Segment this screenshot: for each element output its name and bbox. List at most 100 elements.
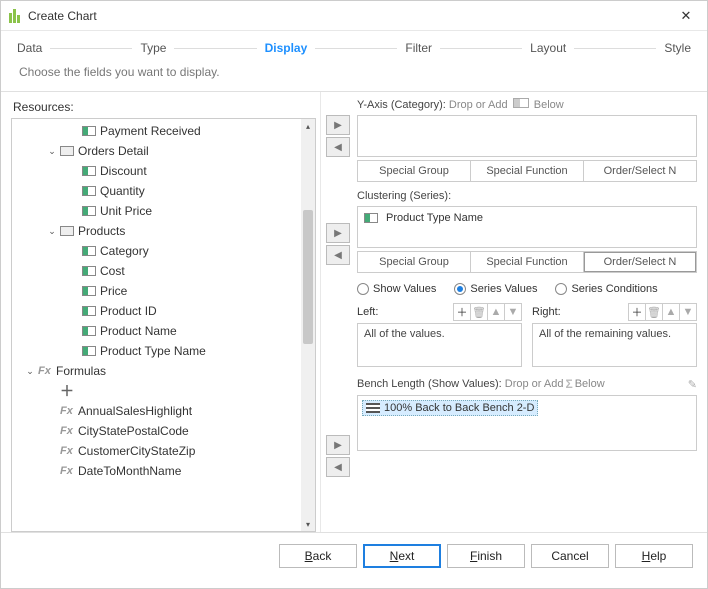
clustering-order-select[interactable]: Order/Select N (584, 252, 696, 272)
field-icon (82, 166, 96, 176)
left-values-box[interactable]: All of the values. (357, 323, 522, 367)
field-icon (82, 266, 96, 276)
resources-tree[interactable]: Payment Received⌄Orders DetailDiscountQu… (11, 118, 316, 532)
right-up-button[interactable]: ▲ (662, 303, 680, 321)
bench-add-arrow[interactable]: ▶ (326, 435, 350, 455)
clustering-special-function[interactable]: Special Function (471, 252, 584, 272)
formula-icon: Fx (60, 405, 78, 417)
clustering-button-row: Special Group Special Function Order/Sel… (357, 251, 697, 273)
tree-item[interactable]: FxDateToMonthName (12, 461, 301, 481)
folder-icon (60, 226, 74, 236)
tree-item[interactable]: Unit Price (12, 201, 301, 221)
yaxis-special-function[interactable]: Special Function (471, 161, 584, 181)
disclosure-icon[interactable]: ⌄ (24, 365, 36, 377)
tree-item[interactable]: Category (12, 241, 301, 261)
titlebar: Create Chart ✕ (1, 1, 707, 31)
field-icon (82, 346, 96, 356)
right-down-button[interactable]: ▼ (679, 303, 697, 321)
resources-label: Resources: (11, 100, 320, 114)
right-label: Right: (532, 306, 561, 318)
yaxis-toggle-icon[interactable] (513, 98, 529, 108)
plus-icon: ＋ (60, 381, 78, 401)
clustering-dropzone[interactable]: Product Type Name (357, 206, 697, 248)
left-delete-button[interactable]: 🗑 (470, 303, 488, 321)
field-icon (82, 326, 96, 336)
yaxis-order-select[interactable]: Order/Select N (584, 161, 696, 181)
cancel-button[interactable]: Cancel (531, 544, 609, 568)
tree-item[interactable]: Product Name (12, 321, 301, 341)
yaxis-add-arrow[interactable]: ▶ (326, 115, 350, 135)
dialog-footer: Back Next Finish Cancel Help (1, 532, 707, 578)
field-icon (82, 126, 96, 136)
field-icon (82, 206, 96, 216)
close-button[interactable]: ✕ (673, 5, 699, 27)
help-button[interactable]: Help (615, 544, 693, 568)
tree-item[interactable]: Quantity (12, 181, 301, 201)
scroll-up-button[interactable]: ▴ (301, 119, 315, 133)
step-style[interactable]: Style (662, 39, 693, 57)
step-data[interactable]: Data (15, 39, 44, 57)
step-filter[interactable]: Filter (403, 39, 434, 57)
bench-type-icon (366, 403, 380, 413)
field-icon (364, 213, 378, 223)
clustering-item[interactable]: Product Type Name (362, 211, 692, 225)
formula-icon: Fx (60, 465, 78, 477)
back-button[interactable]: Back (279, 544, 357, 568)
tree-item[interactable]: FxCityStatePostalCode (12, 421, 301, 441)
bench-item[interactable]: 100% Back to Back Bench 2-D (362, 400, 538, 416)
tree-item[interactable]: Discount (12, 161, 301, 181)
radio-series-values[interactable]: Series Values (454, 283, 537, 295)
tree-item[interactable]: FxCustomerCityStateZip (12, 441, 301, 461)
wizard-steps: Data Type Display Filter Layout Style (1, 31, 707, 63)
right-add-button[interactable]: ＋ (628, 303, 646, 321)
scroll-thumb[interactable] (303, 210, 313, 344)
radio-series-conditions[interactable]: Series Conditions (555, 283, 657, 295)
bench-remove-arrow[interactable]: ◀ (326, 457, 350, 477)
resources-scrollbar[interactable]: ▴ ▾ (301, 119, 315, 531)
tree-item[interactable]: ⌄Orders Detail (12, 141, 301, 161)
finish-button[interactable]: Finish (447, 544, 525, 568)
step-layout[interactable]: Layout (528, 39, 568, 57)
tree-item[interactable]: Price (12, 281, 301, 301)
yaxis-label: Y-Axis (Category): Drop or Add Below (357, 98, 697, 111)
step-type[interactable]: Type (138, 39, 168, 57)
tree-item[interactable]: ⌄Products (12, 221, 301, 241)
yaxis-dropzone[interactable] (357, 115, 697, 157)
left-label: Left: (357, 306, 378, 318)
values-radio-row: Show Values Series Values Series Conditi… (357, 277, 697, 299)
disclosure-icon[interactable]: ⌄ (46, 225, 58, 237)
left-down-button[interactable]: ▼ (504, 303, 522, 321)
step-display[interactable]: Display (263, 39, 310, 57)
tree-item[interactable]: Cost (12, 261, 301, 281)
folder-icon (60, 146, 74, 156)
tree-item[interactable]: Product ID (12, 301, 301, 321)
app-logo-icon (9, 9, 20, 23)
clustering-remove-arrow[interactable]: ◀ (326, 245, 350, 265)
tree-item[interactable]: ⌄FxFormulas (12, 361, 301, 381)
sigma-icon[interactable]: Σ (565, 377, 572, 391)
yaxis-special-group[interactable]: Special Group (358, 161, 471, 181)
scroll-down-button[interactable]: ▾ (301, 517, 315, 531)
radio-show-values[interactable]: Show Values (357, 283, 436, 295)
right-values-box[interactable]: All of the remaining values. (532, 323, 697, 367)
next-button[interactable]: Next (363, 544, 441, 568)
tree-item[interactable]: Product Type Name (12, 341, 301, 361)
tree-item[interactable]: FxAnnualSalesHighlight (12, 401, 301, 421)
left-up-button[interactable]: ▲ (487, 303, 505, 321)
step-subtitle: Choose the fields you want to display. (1, 63, 707, 92)
bench-dropzone[interactable]: 100% Back to Back Bench 2-D (357, 395, 697, 451)
field-icon (82, 306, 96, 316)
clustering-add-arrow[interactable]: ▶ (326, 223, 350, 243)
yaxis-button-row: Special Group Special Function Order/Sel… (357, 160, 697, 182)
formula-icon: Fx (60, 445, 78, 457)
yaxis-remove-arrow[interactable]: ◀ (326, 137, 350, 157)
tree-item[interactable]: Payment Received (12, 121, 301, 141)
left-add-button[interactable]: ＋ (453, 303, 471, 321)
window-title: Create Chart (28, 9, 673, 23)
field-icon (82, 186, 96, 196)
bench-edit-icon[interactable]: ✎ (688, 378, 697, 391)
tree-item[interactable]: ＋ (12, 381, 301, 401)
right-delete-button[interactable]: 🗑 (645, 303, 663, 321)
disclosure-icon[interactable]: ⌄ (46, 145, 58, 157)
clustering-special-group[interactable]: Special Group (358, 252, 471, 272)
